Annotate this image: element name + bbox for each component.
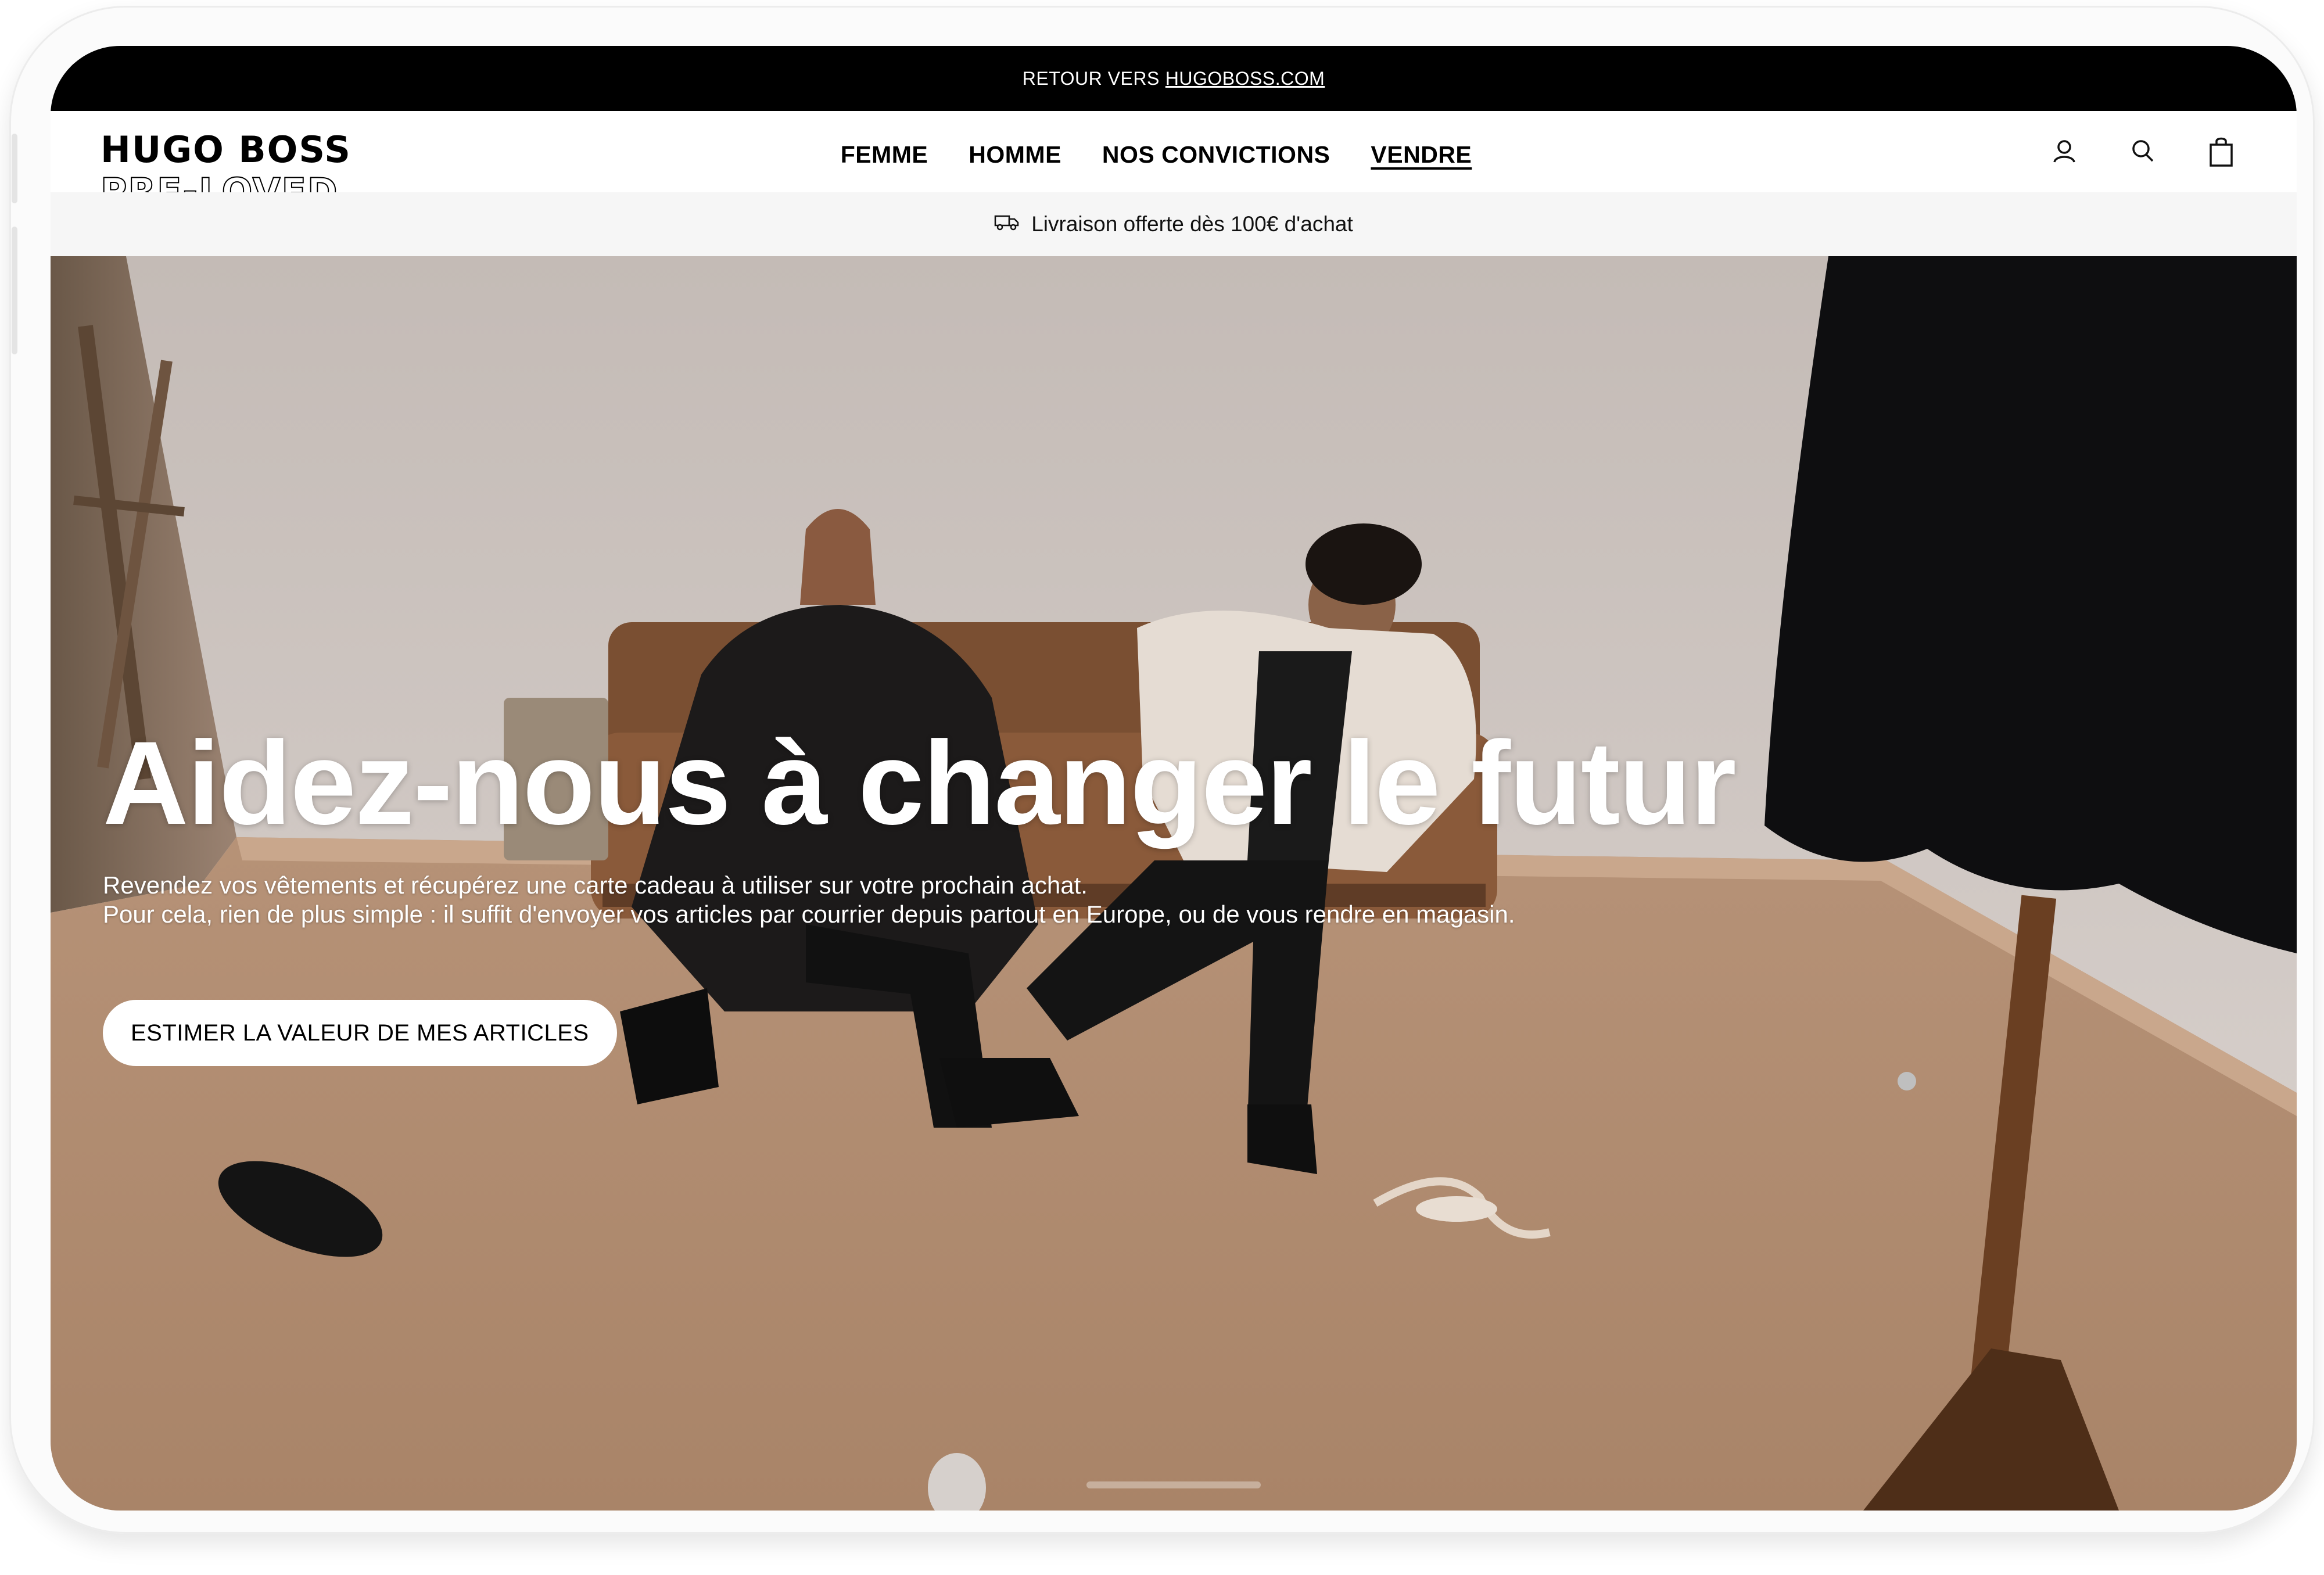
nav-item-femme[interactable]: FEMME	[841, 141, 928, 168]
home-indicator	[1086, 1481, 1261, 1488]
estimate-value-button[interactable]: ESTIMER LA VALEUR DE MES ARTICLES	[103, 1000, 617, 1066]
tablet-frame: RETOUR VERS HUGOBOSS.COM HUGO BOSS PRE-L…	[9, 6, 2315, 1534]
shipping-banner: Livraison offerte dès 100€ d'achat	[51, 192, 2297, 256]
hugoboss-link[interactable]: HUGOBOSS.COM	[1165, 68, 1325, 89]
hero-section: Aidez-nous à changer le futur Revendez v…	[51, 256, 2297, 1511]
hero-description: Revendez vos vêtements et récupérez une …	[103, 871, 1515, 929]
browser-screen: RETOUR VERS HUGOBOSS.COM HUGO BOSS PRE-L…	[51, 46, 2297, 1511]
nav-item-nos-convictions[interactable]: NOS CONVICTIONS	[1102, 141, 1330, 168]
shopping-bag-icon[interactable]	[2207, 134, 2236, 169]
search-icon[interactable]	[2128, 134, 2157, 169]
hero-description-line: Revendez vos vêtements et récupérez une …	[103, 871, 1088, 899]
hero-description-line: Pour cela, rien de plus simple : il suff…	[103, 900, 1515, 928]
top-bar-prefix: RETOUR VERS	[1022, 67, 1160, 89]
header-actions	[2050, 134, 2236, 169]
top-announcement-bar: RETOUR VERS HUGOBOSS.COM	[51, 46, 2297, 111]
shipping-text: Livraison offerte dès 100€ d'achat	[1031, 212, 1353, 236]
nav-item-vendre[interactable]: VENDRE	[1371, 141, 1472, 168]
hero-title: Aidez-nous à changer le futur	[103, 717, 1737, 849]
side-button	[12, 227, 17, 354]
delivery-truck-icon	[994, 212, 1020, 236]
side-button	[12, 134, 17, 203]
main-nav: FEMME HOMME NOS CONVICTIONS VENDRE	[51, 111, 2297, 198]
account-icon[interactable]	[2050, 134, 2079, 169]
nav-item-homme[interactable]: HOMME	[969, 141, 1061, 168]
